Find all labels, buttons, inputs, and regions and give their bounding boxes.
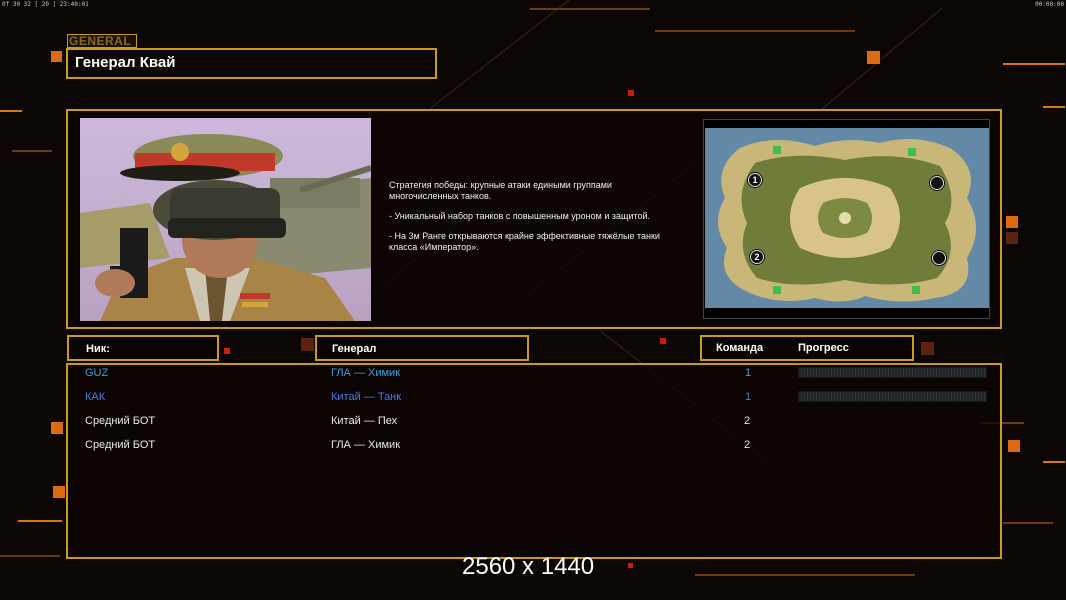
general-portrait-image xyxy=(80,118,371,321)
decor-square xyxy=(51,51,62,62)
decor-line xyxy=(1003,522,1053,524)
perk-text-1: - Уникальный набор танков с повышенным у… xyxy=(389,211,650,221)
general-tag: GENERAL xyxy=(67,34,137,48)
decor-line xyxy=(0,110,22,112)
player-general: ГЛА — Химик xyxy=(331,367,401,379)
team-header-label: Команда xyxy=(716,342,764,354)
player-general: Китай — Танк xyxy=(331,391,402,403)
decor-line xyxy=(12,150,52,152)
decor-square xyxy=(51,422,63,434)
player-nick: Средний БОТ xyxy=(85,439,156,451)
decor-square xyxy=(628,563,633,568)
decor-square xyxy=(867,51,880,64)
decor-line xyxy=(695,574,915,576)
player-nick: Средний БОТ xyxy=(85,415,156,427)
decor-square xyxy=(301,338,314,351)
player-progress-bar xyxy=(798,367,987,378)
player-progress-bar xyxy=(798,391,987,402)
decor-line xyxy=(1043,461,1065,463)
start-position-label: 2 xyxy=(754,252,759,262)
decor-square xyxy=(224,348,230,354)
decor-square xyxy=(921,342,934,355)
decor-line xyxy=(1003,63,1065,65)
player-team: 2 xyxy=(744,439,751,451)
decor-line xyxy=(1043,106,1065,108)
decor-line xyxy=(655,30,855,32)
player-team: 2 xyxy=(744,415,751,427)
player-nick: КАК xyxy=(85,391,106,403)
progress-header-label: Прогресс xyxy=(798,342,849,354)
general-title: Генерал Квай xyxy=(75,54,176,71)
general-portrait xyxy=(80,118,371,321)
general-header-label: Генерал xyxy=(332,343,377,355)
map-image: 1 2 xyxy=(705,128,989,308)
decor-square xyxy=(53,486,65,498)
map-preview[interactable]: 1 2 xyxy=(705,128,989,308)
resolution-label: 2560 x 1440 xyxy=(462,553,595,580)
decor-square xyxy=(1006,232,1018,244)
nick-column-header: Ник: xyxy=(67,335,219,361)
perk-text-2: - На 3м Ранге открываются крайне эффекти… xyxy=(389,231,660,252)
player-nick: GUZ xyxy=(85,367,109,379)
team-progress-header: Команда Прогресс xyxy=(700,335,914,361)
player-general: Китай — Пех xyxy=(331,415,398,427)
start-position-label: 1 xyxy=(752,175,757,185)
decor-square xyxy=(1006,216,1018,228)
clock-readout: 00:00:00 xyxy=(1035,1,1064,8)
player-team: 1 xyxy=(745,367,752,379)
nick-header-label: Ник: xyxy=(86,343,110,355)
player-team: 1 xyxy=(745,391,752,403)
decor-line xyxy=(430,0,691,109)
strategy-description: Стратегия победы: крупные атаки едиными … xyxy=(389,180,704,262)
fps-readout: 0f 30 32 [ 20 ] 23:40:01 xyxy=(2,1,89,8)
decor-line xyxy=(18,520,62,522)
decor-square xyxy=(660,338,666,344)
decor-square xyxy=(1008,440,1020,452)
strategy-text: Стратегия победы: крупные атаки едиными … xyxy=(389,180,612,201)
decor-line xyxy=(530,8,650,10)
general-column-header: Генерал xyxy=(315,335,529,361)
player-general: ГЛА — Химик xyxy=(331,439,401,451)
decor-square xyxy=(628,90,634,96)
decor-line xyxy=(0,555,60,557)
decor-line xyxy=(820,7,944,111)
